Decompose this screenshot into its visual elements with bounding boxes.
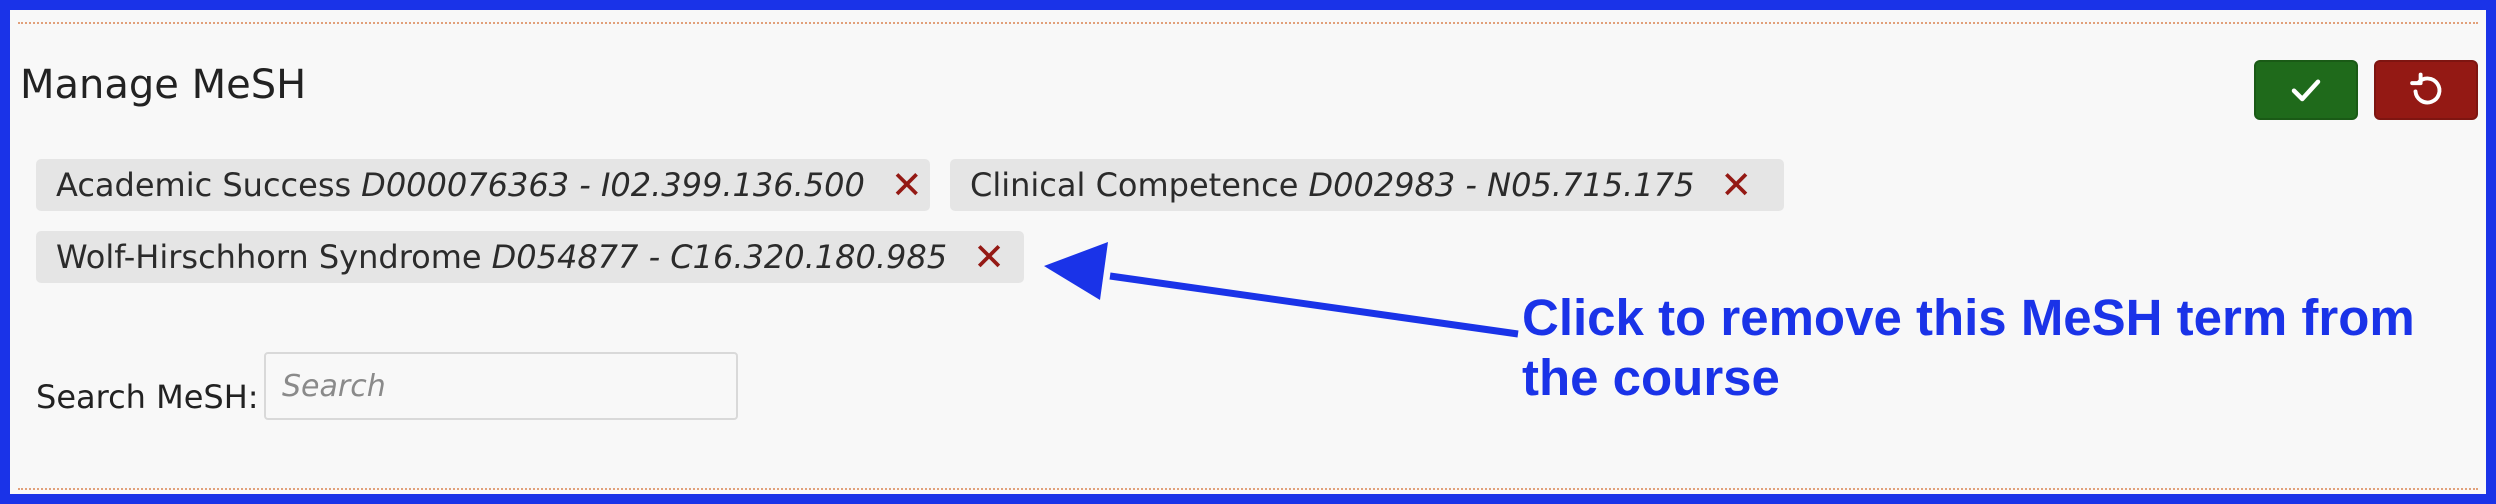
- save-button[interactable]: [2254, 60, 2358, 120]
- mesh-term-code: D054877 - C16.320.180.985: [491, 238, 948, 276]
- search-mesh-label: Search MeSH:: [36, 378, 259, 416]
- annotation-callout: Click to remove this MeSH term from the …: [1522, 289, 2415, 406]
- mesh-term-name: Academic Success: [56, 166, 352, 204]
- bottom-divider: [18, 488, 2478, 490]
- mesh-term-chip: Wolf-Hirschhorn Syndrome D054877 - C16.3…: [36, 231, 1024, 283]
- mesh-term-chip: Academic Success D000076363 - I02.399.13…: [36, 159, 930, 211]
- undo-icon: [2410, 72, 2442, 105]
- mesh-term-code: D002983 - N05.715.175: [1308, 166, 1695, 204]
- top-divider: [18, 22, 2478, 24]
- remove-term-icon[interactable]: ✕: [973, 238, 1005, 276]
- mesh-term-code: D000076363 - I02.399.136.500: [361, 166, 865, 204]
- page-title: Manage MeSH: [20, 62, 307, 108]
- manage-mesh-panel: Manage MeSH Academic Success D000076363 …: [10, 10, 2486, 494]
- mesh-term-chip: Clinical Competence D002983 - N05.715.17…: [950, 159, 1784, 211]
- mesh-term-name: Clinical Competence: [970, 166, 1299, 204]
- remove-term-icon[interactable]: ✕: [1720, 166, 1752, 204]
- search-mesh-input[interactable]: [264, 352, 738, 420]
- mesh-term-name: Wolf-Hirschhorn Syndrome: [56, 238, 482, 276]
- remove-term-icon[interactable]: ✕: [891, 166, 923, 204]
- check-icon: [2291, 79, 2321, 102]
- reset-button[interactable]: [2374, 60, 2478, 120]
